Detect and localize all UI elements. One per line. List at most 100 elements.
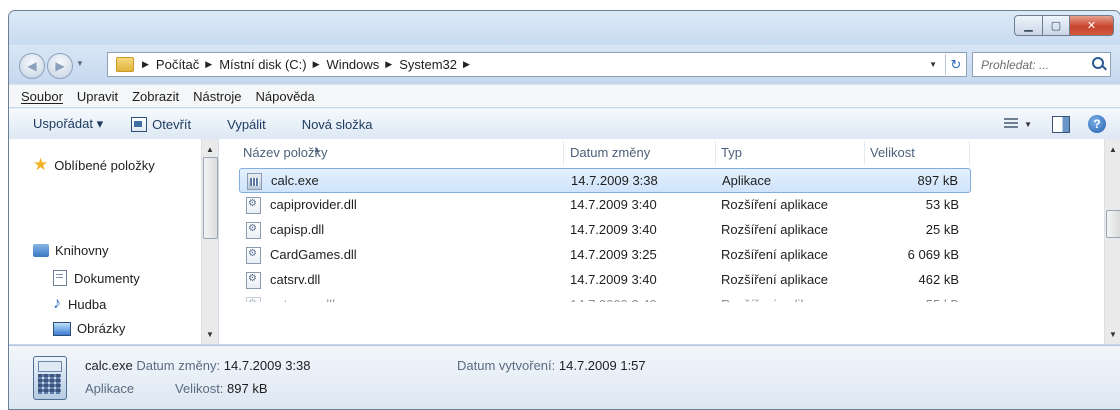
menu-bar: Soubor Upravit Zobrazit Nástroje Nápověd… xyxy=(9,84,1120,107)
minimize-button[interactable]: ▁ xyxy=(1014,15,1043,36)
file-size: 897 kB xyxy=(917,173,958,188)
details-created: 14.7.2009 1:57 xyxy=(558,358,646,373)
view-dropdown-icon[interactable]: ▼ xyxy=(1024,120,1032,129)
exe-icon xyxy=(247,173,262,190)
address-bar[interactable]: ▶ Počítač ▶ Místní disk (C:) ▶ Windows ▶ Sy… xyxy=(107,52,967,77)
nav-pictures[interactable]: Obrázky xyxy=(53,321,125,336)
music-icon: ♪ xyxy=(53,295,61,312)
details-pane: calc.exe Datum změny: 14.7.2009 3:38 Dat… xyxy=(9,345,1120,409)
column-name[interactable]: Název položky xyxy=(243,145,328,160)
file-name: catsrvps.dll xyxy=(270,297,335,302)
file-type: Rozšíření aplikace xyxy=(721,222,828,237)
refresh-icon[interactable]: ↻ xyxy=(945,54,966,75)
search-icon[interactable] xyxy=(1092,57,1104,69)
file-size: 25 kB xyxy=(925,222,959,237)
nav-libraries[interactable]: Knihovny xyxy=(33,243,108,258)
file-name: capiprovider.dll xyxy=(270,197,357,212)
file-row[interactable]: capiprovider.dll 14.7.2009 3:40 Rozšíření … xyxy=(239,193,971,218)
file-row[interactable]: capisp.dll 14.7.2009 3:40 Rozšíření aplika… xyxy=(239,218,971,243)
file-name: calc.exe xyxy=(271,173,319,188)
dll-icon xyxy=(246,222,261,239)
column-size[interactable]: Velikost xyxy=(870,145,915,160)
back-button[interactable]: ◀ xyxy=(19,53,45,79)
dll-icon xyxy=(246,197,261,214)
burn-button[interactable]: Vypálit xyxy=(227,117,266,132)
preview-pane-icon[interactable] xyxy=(1052,115,1070,133)
dll-icon xyxy=(246,297,261,302)
file-date: 14.7.2009 3:40 xyxy=(570,222,657,237)
breadcrumb-arrow-icon[interactable]: ▶ xyxy=(142,59,149,70)
organize-button[interactable]: Uspořádat ▾ xyxy=(33,116,103,132)
pictures-icon xyxy=(53,321,71,336)
open-icon xyxy=(131,116,148,132)
file-scroll-thumb[interactable] xyxy=(1106,210,1120,238)
command-bar: Uspořádat ▾ Otevřít Vypálit Nová složka … xyxy=(9,108,1120,140)
file-date: 14.7.2009 3:40 xyxy=(570,297,657,302)
scroll-down-icon[interactable]: ▼ xyxy=(202,326,218,342)
title-bar: ▁ ▢ ✕ xyxy=(9,11,1120,45)
library-icon xyxy=(33,244,49,257)
nav-music[interactable]: ♪ Hudba xyxy=(53,295,106,313)
search-box xyxy=(972,52,1111,77)
breadcrumb-computer[interactable]: Počítač ▶ xyxy=(156,57,219,72)
file-row[interactable]: calc.exe 14.7.2009 3:38 Aplikace 897 kB xyxy=(239,168,971,193)
nav-scrollbar[interactable]: ▲ ▼ xyxy=(201,139,218,344)
menu-edit[interactable]: Upravit xyxy=(77,89,118,104)
file-size: 55 kB xyxy=(926,297,959,302)
column-headers: ▲ Název položky Datum změny Typ Velikost xyxy=(219,139,1104,167)
change-view-icon[interactable] xyxy=(1004,118,1019,130)
star-icon: ★ xyxy=(33,155,49,174)
file-type: Rozšíření aplikace xyxy=(721,272,828,287)
dll-icon xyxy=(246,247,261,264)
menu-view[interactable]: Zobrazit xyxy=(132,89,179,104)
breadcrumb-arrow-icon[interactable]: ▶ xyxy=(463,59,470,70)
file-row[interactable]: CardGames.dll 14.7.2009 3:25 Rozšíření apl… xyxy=(239,243,971,268)
breadcrumb-local-disk[interactable]: Místní disk (C:) ▶ xyxy=(219,57,326,72)
details-modified: 14.7.2009 3:38 xyxy=(223,358,311,373)
open-button[interactable]: Otevřít xyxy=(131,116,191,132)
address-history-dropdown-icon[interactable]: ▼ xyxy=(929,60,937,69)
recent-pages-dropdown-icon[interactable]: ▼ xyxy=(76,59,84,68)
new-folder-button[interactable]: Nová složka xyxy=(302,117,373,132)
menu-tools[interactable]: Nástroje xyxy=(193,89,241,104)
file-date: 14.7.2009 3:38 xyxy=(571,173,658,188)
dll-icon xyxy=(246,272,261,289)
calculator-icon xyxy=(33,356,67,400)
nav-scroll-thumb[interactable] xyxy=(203,157,218,239)
file-size: 462 kB xyxy=(918,272,959,287)
nav-favorites[interactable]: ★ Oblíbené položky xyxy=(33,155,155,175)
file-row[interactable]: catsrvps.dll 14.7.2009 3:40 Rozšíření apli… xyxy=(239,293,971,302)
close-button[interactable]: ✕ xyxy=(1070,15,1114,36)
scroll-up-icon[interactable]: ▲ xyxy=(1105,141,1120,157)
breadcrumb-system32[interactable]: System32 ▶ xyxy=(399,57,477,72)
file-type: Rozšíření aplikace xyxy=(721,297,828,302)
column-date[interactable]: Datum změny xyxy=(570,145,650,160)
details-type: Aplikace xyxy=(85,381,135,396)
menu-file[interactable]: Soubor xyxy=(21,89,63,104)
menu-help[interactable]: Nápověda xyxy=(256,89,315,104)
file-size: 53 kB xyxy=(925,197,959,212)
scroll-up-icon[interactable]: ▲ xyxy=(202,141,218,157)
scroll-down-icon[interactable]: ▼ xyxy=(1105,326,1120,342)
details-size: 897 kB xyxy=(227,381,268,396)
file-type: Aplikace xyxy=(722,173,772,188)
search-input[interactable] xyxy=(979,56,1091,73)
help-icon[interactable]: ? xyxy=(1088,115,1106,133)
breadcrumb-arrow-icon[interactable]: ▶ xyxy=(385,59,392,70)
file-type: Rozšíření aplikace xyxy=(721,247,828,262)
file-name: CardGames.dll xyxy=(270,247,357,262)
column-type[interactable]: Typ xyxy=(721,145,742,160)
file-list-scrollbar[interactable]: ▲ ▼ xyxy=(1104,139,1120,344)
maximize-button[interactable]: ▢ xyxy=(1043,15,1070,36)
file-row[interactable]: catsrv.dll 14.7.2009 3:40 Rozšíření aplika… xyxy=(239,268,971,293)
file-type: Rozšíření aplikace xyxy=(721,197,828,212)
details-filename: calc.exe xyxy=(85,358,133,373)
forward-button[interactable]: ▶ xyxy=(47,53,73,79)
breadcrumb-arrow-icon[interactable]: ▶ xyxy=(313,59,320,70)
explorer-window: ▁ ▢ ✕ ◀ ▶ ▼ ▶ Počítač ▶ Místní disk (C:) ▶… xyxy=(8,10,1120,410)
nav-documents[interactable]: Dokumenty xyxy=(53,270,140,286)
folder-icon xyxy=(116,57,134,72)
navigation-pane: ★ Oblíbené položky Knihovny Dokumenty ♪ … xyxy=(9,139,219,344)
breadcrumb-windows[interactable]: Windows ▶ xyxy=(327,57,400,72)
breadcrumb-arrow-icon[interactable]: ▶ xyxy=(205,59,212,70)
